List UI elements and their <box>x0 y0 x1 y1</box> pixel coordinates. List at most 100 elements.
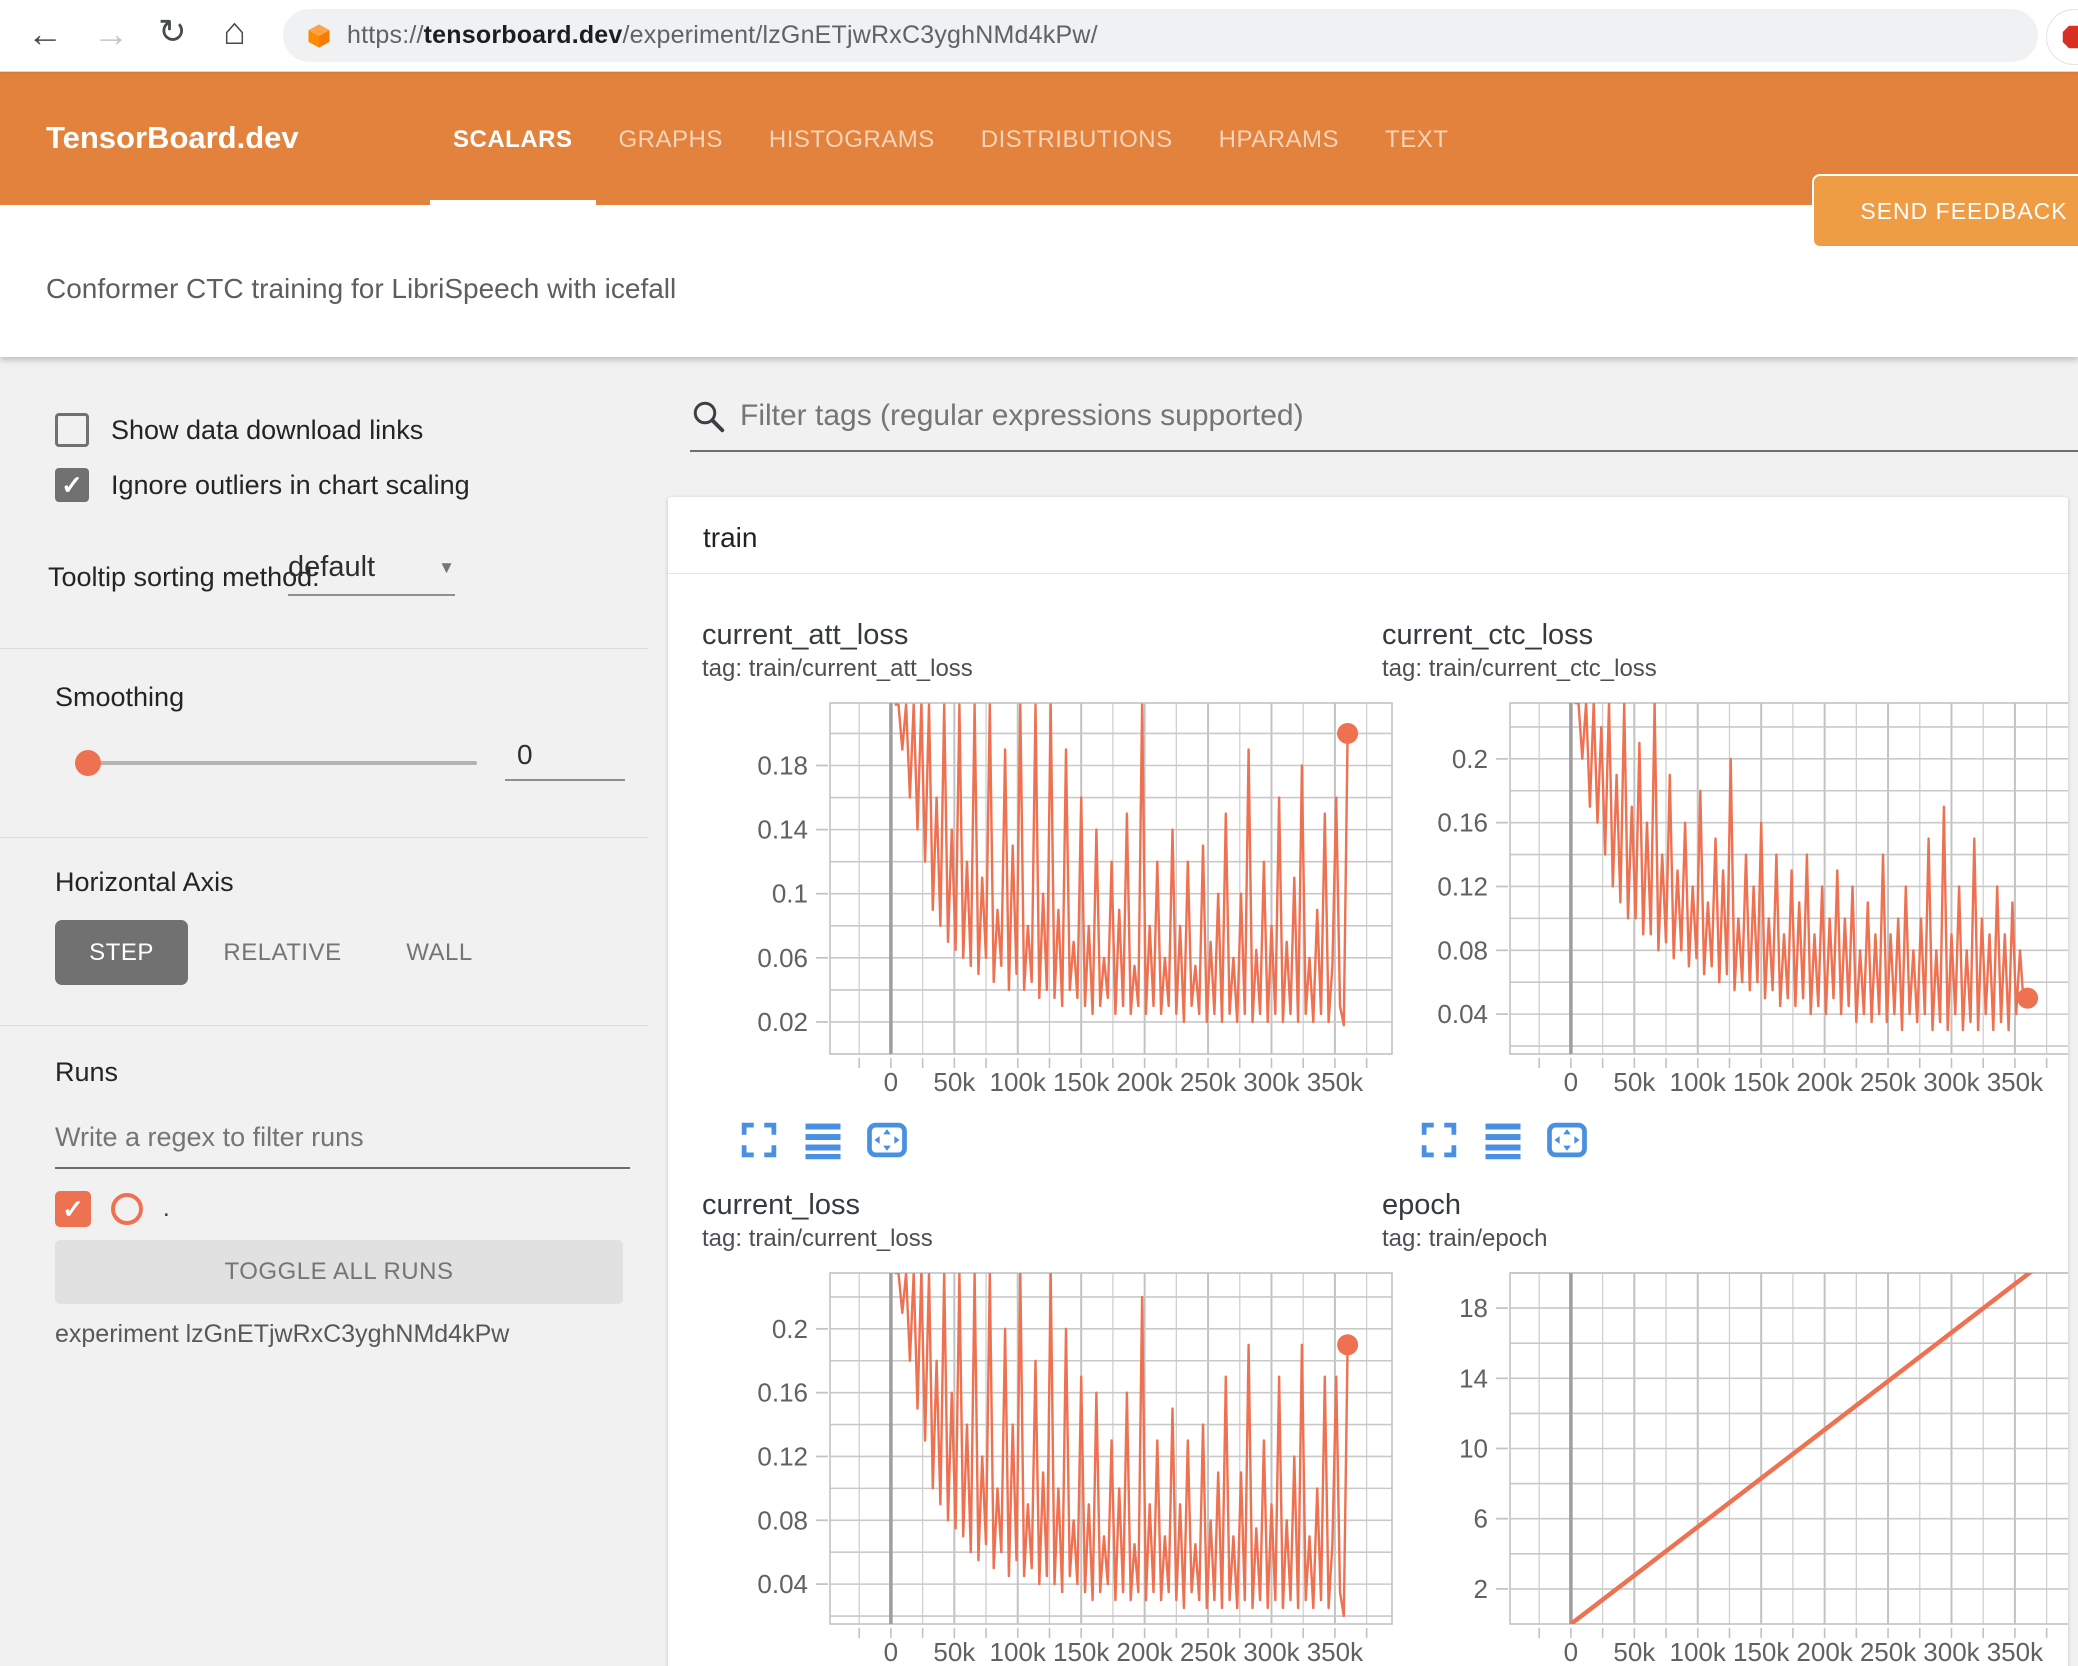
chart-toolbar <box>738 1119 1402 1161</box>
chart-title: current_ctc_loss <box>1382 619 1594 651</box>
svg-text:0: 0 <box>884 1637 898 1666</box>
experiment-title: Conformer CTC training for LibriSpeech w… <box>46 273 677 304</box>
run-color-ring-icon[interactable] <box>111 1193 143 1225</box>
tab-scalars[interactable]: SCALARS <box>430 71 596 205</box>
svg-text:100k: 100k <box>1670 1067 1727 1097</box>
svg-text:50k: 50k <box>1613 1067 1656 1097</box>
url-text: https://tensorboard.dev/experiment/lzGnE… <box>347 21 1098 49</box>
toggle-all-runs-button[interactable]: TOGGLE ALL RUNS <box>55 1240 623 1304</box>
fullscreen-icon[interactable] <box>738 1119 780 1161</box>
fit-to-frame-icon[interactable] <box>866 1119 908 1161</box>
svg-text:0.02: 0.02 <box>757 1007 808 1037</box>
svg-text:250k: 250k <box>1180 1637 1237 1666</box>
stacked-bars-icon[interactable] <box>1482 1119 1524 1161</box>
experiment-title-band: Conformer CTC training for LibriSpeech w… <box>0 205 2078 357</box>
svg-text:100k: 100k <box>1670 1637 1727 1666</box>
svg-text:350k: 350k <box>1307 1637 1364 1666</box>
chart-block-current-loss: current_loss tag: train/current_loss 0.0… <box>702 1188 1402 1666</box>
svg-text:250k: 250k <box>1860 1637 1917 1666</box>
smoothing-value: 0 <box>517 739 533 770</box>
svg-text:50k: 50k <box>933 1637 976 1666</box>
smoothing-value-input[interactable]: 0 <box>505 739 625 781</box>
tab-text[interactable]: TEXT <box>1362 71 1471 205</box>
extension-icon[interactable] <box>2046 9 2078 65</box>
tooltip-sorting-select[interactable]: default ▼ <box>288 551 455 596</box>
svg-text:0.18: 0.18 <box>757 751 808 781</box>
svg-text:0.2: 0.2 <box>772 1314 808 1344</box>
browser-refresh-icon[interactable]: ↻ <box>158 15 187 49</box>
smoothing-slider-track[interactable] <box>88 761 477 765</box>
smoothing-label: Smoothing <box>55 682 185 712</box>
svg-text:350k: 350k <box>1307 1067 1364 1097</box>
svg-text:0.12: 0.12 <box>1437 871 1488 901</box>
show-download-links-checkbox[interactable] <box>55 413 89 447</box>
svg-text:150k: 150k <box>1733 1637 1790 1666</box>
chart-tag: tag: train/current_ctc_loss <box>1382 655 1657 682</box>
train-card: train current_att_loss tag: train/curren… <box>668 497 2068 1666</box>
svg-text:150k: 150k <box>1053 1067 1110 1097</box>
browser-toolbar: ← → ↻ ⌂ https://tensorboard.dev/experime… <box>0 0 2078 72</box>
run-row: ✓ . <box>55 1191 170 1227</box>
chevron-down-icon: ▼ <box>438 557 455 577</box>
tab-graphs[interactable]: GRAPHS <box>596 71 746 205</box>
tab-histograms[interactable]: HISTOGRAMS <box>746 71 958 205</box>
chart-block-current-att-loss: current_att_loss tag: train/current_att_… <box>702 618 1402 1161</box>
run-checkbox[interactable]: ✓ <box>55 1191 91 1227</box>
tooltip-sorting-label: Tooltip sorting method: <box>48 562 320 592</box>
ignore-outliers-checkbox[interactable]: ✓ <box>55 468 89 502</box>
scalar-chart-svg: 2 6 10 14 18 0 50k 100k 150k 200k 250k 300k 350k <box>1459 1272 2068 1666</box>
tab-distributions[interactable]: DISTRIBUTIONS <box>958 71 1196 205</box>
tensorboard-page: ← → ↻ ⌂ https://tensorboard.dev/experime… <box>0 0 2078 1666</box>
svg-text:50k: 50k <box>1613 1637 1656 1666</box>
runs-filter-placeholder: Write a regex to filter runs <box>55 1122 364 1152</box>
runs-filter-input[interactable]: Write a regex to filter runs <box>55 1122 630 1169</box>
svg-text:200k: 200k <box>1796 1637 1853 1666</box>
browser-back-icon[interactable]: ← <box>27 16 63 52</box>
scalar-chart[interactable]: 0.04 0.08 0.12 0.16 0.2 0 50k 100k 150k 200k 250k 3… <box>1382 684 2068 1103</box>
experiment-caption: experiment lzGnETjwRxC3yghNMd4kPw <box>55 1320 510 1348</box>
red-octagon-icon <box>2062 25 2078 49</box>
filter-tags-underline <box>690 450 2078 452</box>
app-logo[interactable]: TensorBoard.dev <box>46 71 299 205</box>
svg-text:0.08: 0.08 <box>1437 935 1488 965</box>
svg-text:18: 18 <box>1459 1293 1488 1323</box>
tab-hparams[interactable]: HPARAMS <box>1196 71 1362 205</box>
browser-home-icon[interactable]: ⌂ <box>223 13 246 51</box>
divider <box>0 648 648 649</box>
axis-relative-button[interactable]: RELATIVE <box>205 920 360 985</box>
address-bar[interactable]: https://tensorboard.dev/experiment/lzGnE… <box>283 9 2038 62</box>
chart-tag: tag: train/epoch <box>1382 1225 1548 1252</box>
svg-text:300k: 300k <box>1243 1637 1300 1666</box>
svg-text:300k: 300k <box>1243 1067 1300 1097</box>
train-card-header[interactable]: train <box>668 497 2068 574</box>
send-feedback-button[interactable]: SEND FEEDBACK <box>1812 174 2078 248</box>
svg-text:100k: 100k <box>990 1637 1047 1666</box>
filter-tags-input[interactable]: Filter tags (regular expressions support… <box>690 398 1304 434</box>
stacked-bars-icon[interactable] <box>802 1119 844 1161</box>
nav-tabs: SCALARS GRAPHS HISTOGRAMS DISTRIBUTIONS … <box>430 71 1471 205</box>
svg-text:0: 0 <box>1564 1067 1578 1097</box>
scalar-chart[interactable]: 2 6 10 14 18 0 50k 100k 150k 200k 250k 300k 350k <box>1382 1254 2068 1666</box>
show-download-links-label: Show data download links <box>111 414 424 445</box>
fullscreen-icon[interactable] <box>1418 1119 1460 1161</box>
show-download-links-row: Show data download links <box>55 413 423 447</box>
scalar-chart[interactable]: 0.02 0.06 0.1 0.14 0.18 0 50k 100k 150k 200k 250k 3… <box>702 684 1402 1103</box>
svg-text:100k: 100k <box>990 1067 1047 1097</box>
axis-wall-button[interactable]: WALL <box>382 920 497 985</box>
svg-text:0.12: 0.12 <box>757 1441 808 1471</box>
browser-forward-icon[interactable]: → <box>93 16 129 52</box>
svg-text:350k: 350k <box>1987 1067 2044 1097</box>
axis-step-button[interactable]: STEP <box>55 920 188 985</box>
svg-text:150k: 150k <box>1053 1637 1110 1666</box>
tooltip-sorting-row: Tooltip sorting method: <box>48 562 320 593</box>
scalar-chart[interactable]: 0.04 0.08 0.12 0.16 0.2 0 50k 100k 150k 200k 250k 3… <box>702 1254 1402 1666</box>
svg-text:0.04: 0.04 <box>1437 999 1488 1029</box>
chart-block-epoch: epoch tag: train/epoch 2 6 10 14 18 0 50k 100k 1… <box>1382 1188 2068 1666</box>
fit-to-frame-icon[interactable] <box>1546 1119 1588 1161</box>
search-icon <box>693 401 725 433</box>
smoothing-slider-thumb[interactable] <box>75 750 101 776</box>
svg-text:0.06: 0.06 <box>757 943 808 973</box>
svg-text:0.08: 0.08 <box>757 1505 808 1535</box>
chart-tag: tag: train/current_loss <box>702 1225 933 1252</box>
svg-text:0.16: 0.16 <box>757 1378 808 1408</box>
